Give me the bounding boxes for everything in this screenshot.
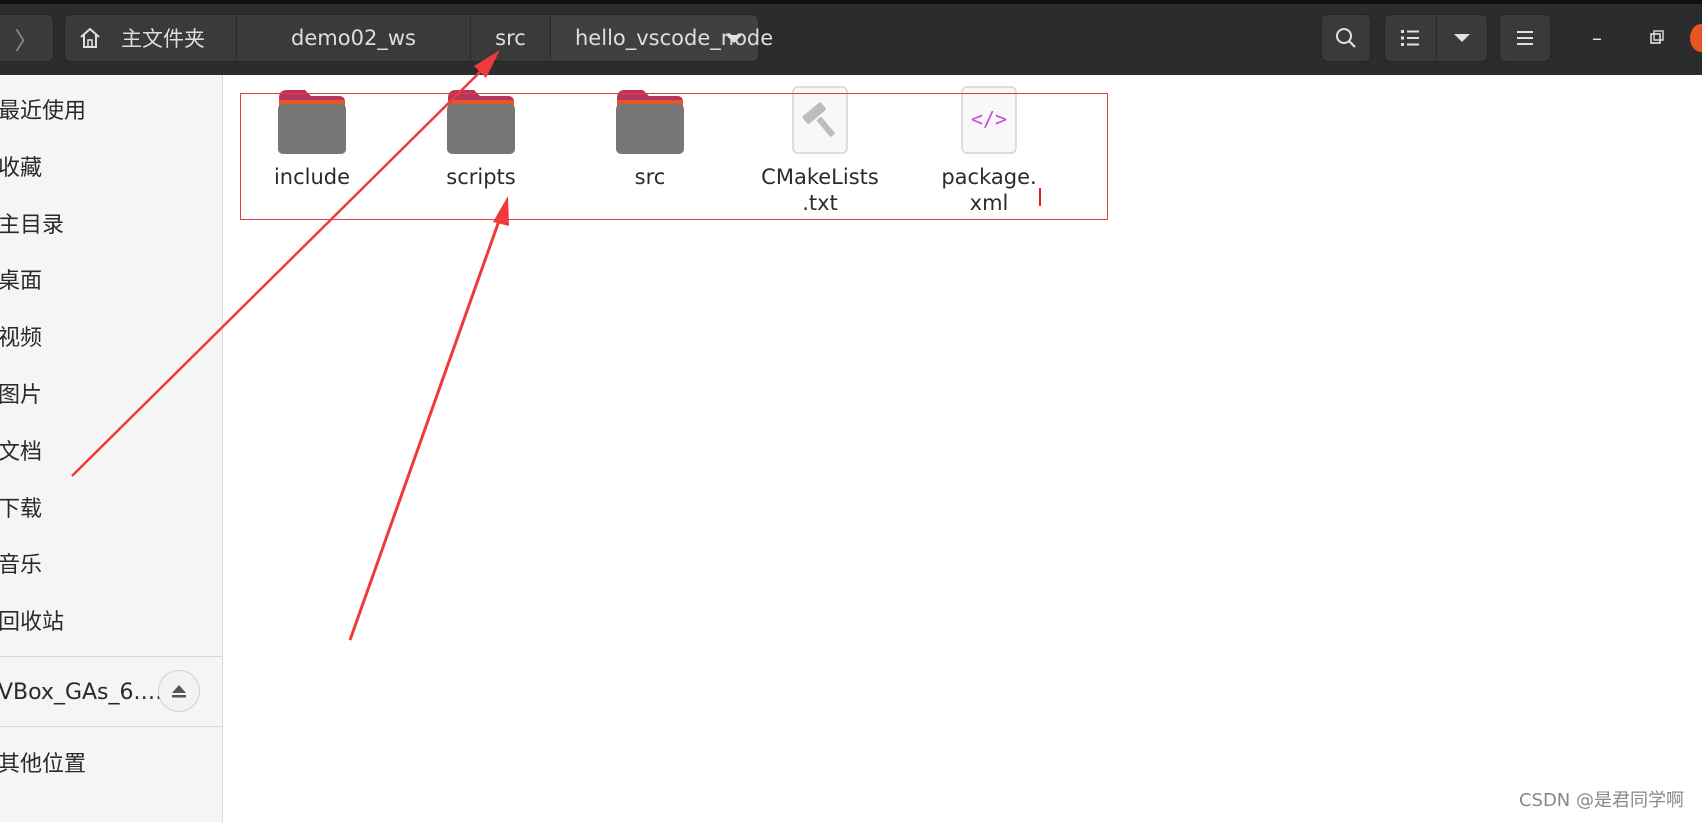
forward-button[interactable]: 〉	[0, 14, 54, 62]
close-button[interactable]	[1690, 24, 1702, 52]
sidebar-item-label: 文档	[0, 440, 43, 465]
minimize-icon: –	[1592, 26, 1602, 50]
view-options-button[interactable]	[1435, 15, 1488, 61]
sidebar-item-label: 收藏	[0, 156, 43, 181]
caret-down-icon	[1453, 34, 1470, 42]
chevron-down-icon[interactable]	[726, 35, 742, 43]
minimize-button[interactable]: –	[1582, 26, 1612, 50]
sidebar-item-label: 其他位置	[0, 752, 87, 777]
eject-button[interactable]	[158, 670, 200, 712]
breadcrumb-item-src[interactable]: src	[471, 15, 551, 61]
sidebar-item-desktop[interactable]: 桌面	[0, 257, 220, 301]
maximize-button[interactable]	[1641, 26, 1671, 50]
sidebar-item-label: 下载	[0, 497, 43, 522]
main-menu-button[interactable]	[1499, 14, 1551, 62]
breadcrumb-home[interactable]: 主文件夹	[65, 15, 237, 61]
breadcrumb: 主文件夹 demo02_ws src hello_vscode_node	[64, 14, 773, 62]
search-button[interactable]	[1321, 14, 1371, 62]
sidebar-item-label: 桌面	[0, 269, 43, 294]
breadcrumb-item-demo02-ws[interactable]: demo02_ws	[237, 15, 471, 61]
breadcrumb-home-label: 主文件夹	[121, 27, 205, 51]
list-view-icon	[1401, 30, 1420, 46]
watermark: CSDN @是君同学啊	[1518, 790, 1684, 811]
chevron-right-icon: 〉	[14, 26, 39, 55]
sidebar-item-label: 视频	[0, 326, 43, 351]
sidebar: 最近使用 收藏 主目录 桌面 视频 图片 文档 下载 音乐 回收站 VBox_G…	[0, 75, 223, 822]
file-manager-window: 〉 主文件夹 demo02_ws src hello_vscode_node –…	[0, 0, 1702, 822]
sidebar-item-label: VBox_GAs_6.…	[0, 679, 163, 705]
search-icon	[1336, 28, 1356, 48]
sidebar-item-label: 图片	[0, 383, 43, 408]
sidebar-item-home[interactable]: 主目录	[0, 201, 220, 245]
header-bar: 〉 主文件夹 demo02_ws src hello_vscode_node –	[0, 0, 1702, 75]
home-icon	[80, 27, 100, 48]
breadcrumb-label: hello_vscode_node	[575, 26, 774, 50]
sidebar-item-starred[interactable]: 收藏	[0, 144, 220, 188]
sidebar-item-videos[interactable]: 视频	[0, 314, 220, 358]
breadcrumb-item-current[interactable]: hello_vscode_node	[551, 15, 773, 61]
list-view-button[interactable]	[1385, 15, 1436, 61]
sidebar-item-downloads[interactable]: 下载	[0, 485, 220, 529]
sidebar-divider	[0, 656, 222, 657]
sidebar-item-label: 最近使用	[0, 99, 87, 124]
sidebar-item-trash[interactable]: 回收站	[0, 598, 220, 642]
view-toggle-group	[1384, 14, 1488, 62]
title-strip	[0, 0, 1702, 4]
breadcrumb-label: src	[495, 26, 526, 50]
eject-icon	[172, 685, 186, 698]
sidebar-item-documents[interactable]: 文档	[0, 428, 220, 472]
sidebar-item-music[interactable]: 音乐	[0, 541, 220, 585]
maximize-icon	[1650, 30, 1664, 44]
sidebar-item-label: 主目录	[0, 213, 65, 238]
sidebar-item-label: 音乐	[0, 553, 43, 578]
sidebar-item-label: 回收站	[0, 610, 65, 635]
breadcrumb-label: demo02_ws	[291, 26, 416, 50]
sidebar-item-pictures[interactable]: 图片	[0, 371, 220, 415]
sidebar-item-other-locations[interactable]: 其他位置	[0, 740, 220, 784]
sidebar-item-recent[interactable]: 最近使用	[0, 87, 220, 131]
hamburger-menu-icon	[1517, 31, 1533, 45]
annotation-rectangle	[240, 93, 1108, 220]
sidebar-divider	[0, 726, 222, 727]
